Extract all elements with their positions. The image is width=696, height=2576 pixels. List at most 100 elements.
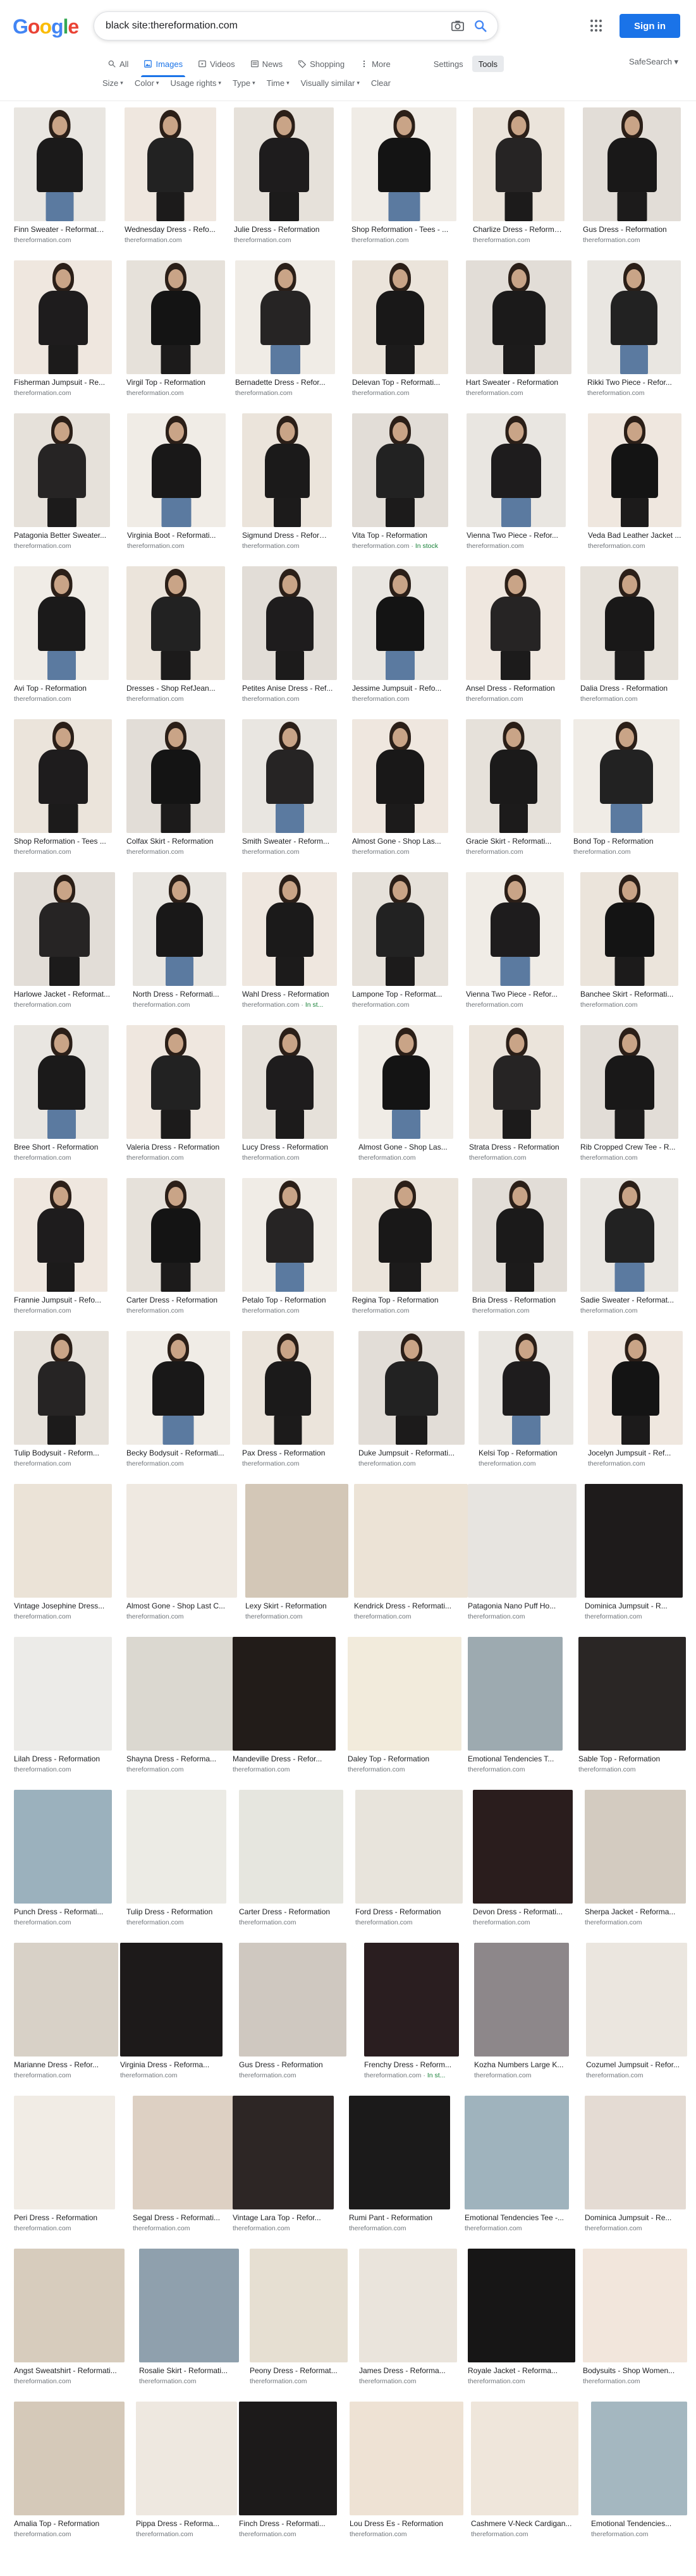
image-result[interactable]: Finn Sweater - Reformation thereformation… <box>14 107 106 253</box>
image-result[interactable]: Kelsi Top - Reformation thereformation.co… <box>479 1331 573 1476</box>
result-title[interactable]: Virgil Top - Reformation <box>126 378 225 387</box>
result-title[interactable]: Bree Short - Reformation <box>14 1143 109 1152</box>
result-title[interactable]: Marianne Dress - Refor... <box>14 2060 118 2070</box>
image-result[interactable]: Amalia Top - Reformation thereformation.c… <box>14 2402 125 2547</box>
image-result[interactable]: Charlize Dress - Reformati... thereformat… <box>473 107 565 253</box>
image-result[interactable]: Shayna Dress - Reforma... thereformation.… <box>126 1637 235 1782</box>
result-title[interactable]: Shop Reformation - Tees ... <box>14 837 112 846</box>
filter-usage-rights[interactable]: Usage rights ▾ <box>170 78 221 88</box>
result-thumbnail[interactable] <box>139 2249 239 2362</box>
image-result[interactable]: Bria Dress - Reformation thereformation.c… <box>472 1178 567 1323</box>
result-thumbnail[interactable] <box>466 260 571 374</box>
image-result[interactable]: Cashmere V-Neck Cardigan... thereformatio… <box>471 2402 578 2547</box>
image-result[interactable]: Patagonia Better Sweater... thereformatio… <box>14 413 110 559</box>
result-title[interactable]: Julie Dress - Reformation <box>234 225 334 234</box>
result-title[interactable]: Emotional Tendencies T... <box>468 1754 563 1764</box>
result-thumbnail[interactable] <box>14 2096 115 2209</box>
result-title[interactable]: Gus Dress - Reformation <box>239 2060 346 2070</box>
result-thumbnail[interactable] <box>468 2249 575 2362</box>
result-thumbnail[interactable] <box>585 2096 686 2209</box>
image-result[interactable]: Dalia Dress - Reformation thereformation.… <box>580 566 678 712</box>
filter-color[interactable]: Color ▾ <box>135 78 159 88</box>
result-title[interactable]: Cashmere V-Neck Cardigan... <box>471 2519 578 2529</box>
tab-settings[interactable]: Settings <box>427 54 470 73</box>
result-thumbnail[interactable] <box>586 1943 687 2057</box>
image-result[interactable]: Emotional Tendencies T... thereformation.… <box>468 1637 563 1782</box>
image-result[interactable]: Vintage Lara Top - Refor... thereformatio… <box>233 2096 334 2241</box>
result-title[interactable]: Charlize Dress - Reformati... <box>473 225 565 234</box>
result-thumbnail[interactable] <box>242 1025 337 1139</box>
image-result[interactable]: Jocelyn Jumpsuit - Ref... thereformation.… <box>588 1331 683 1476</box>
result-title[interactable]: Jessime Jumpsuit - Refo... <box>352 684 448 693</box>
result-thumbnail[interactable] <box>583 2249 687 2362</box>
result-title[interactable]: Virginia Dress - Reforma... <box>120 2060 223 2070</box>
result-thumbnail[interactable] <box>14 1790 112 1904</box>
result-thumbnail[interactable] <box>473 107 565 221</box>
result-title[interactable]: Segal Dress - Reformati... <box>133 2213 234 2223</box>
result-thumbnail[interactable] <box>233 2096 334 2209</box>
result-title[interactable]: Dominica Jumpsuit - Re... <box>585 2213 686 2223</box>
result-title[interactable]: Bodysuits - Shop Women... <box>583 2366 687 2376</box>
result-thumbnail[interactable] <box>14 566 109 680</box>
image-result[interactable]: Virgil Top - Reformation thereformation.c… <box>126 260 225 406</box>
result-title[interactable]: Wahl Dress - Reformation <box>242 990 337 999</box>
result-title[interactable]: Gracie Skirt - Reformati... <box>466 837 561 846</box>
image-result[interactable]: Dominica Jumpsuit - Re... thereformation.… <box>585 2096 686 2241</box>
result-thumbnail[interactable] <box>355 1790 463 1904</box>
result-thumbnail[interactable] <box>245 1484 348 1598</box>
result-title[interactable]: Rumi Pant - Reformation <box>349 2213 450 2223</box>
result-thumbnail[interactable] <box>14 1178 107 1292</box>
result-thumbnail[interactable] <box>588 1331 683 1445</box>
result-title[interactable]: Lampone Top - Reformat... <box>352 990 448 999</box>
image-result[interactable]: Almost Gone - Shop Last C... thereformati… <box>126 1484 237 1629</box>
result-thumbnail[interactable] <box>466 566 565 680</box>
result-title[interactable]: Vita Top - Reformation <box>352 531 448 540</box>
result-thumbnail[interactable] <box>472 1178 567 1292</box>
result-thumbnail[interactable] <box>125 107 216 221</box>
camera-icon[interactable] <box>451 20 465 32</box>
result-thumbnail[interactable] <box>580 1178 678 1292</box>
image-result[interactable]: Colfax Skirt - Reformation thereformation… <box>126 719 225 865</box>
result-thumbnail[interactable] <box>348 1637 461 1751</box>
result-thumbnail[interactable] <box>14 1025 109 1139</box>
result-thumbnail[interactable] <box>120 1943 223 2057</box>
result-thumbnail[interactable] <box>126 1025 225 1139</box>
result-thumbnail[interactable] <box>580 566 678 680</box>
image-result[interactable]: Almost Gone - Shop Las... thereformation.… <box>352 719 448 865</box>
apps-grid-icon[interactable] <box>590 20 603 32</box>
result-title[interactable]: North Dress - Reformati... <box>133 990 226 999</box>
safesearch-toggle[interactable]: SafeSearch ▾ <box>629 57 678 67</box>
result-title[interactable]: Banchee Skirt - Reformati... <box>580 990 678 999</box>
result-thumbnail[interactable] <box>468 1637 563 1751</box>
result-title[interactable]: Almost Gone - Shop Las... <box>352 837 448 846</box>
result-thumbnail[interactable] <box>351 107 456 221</box>
image-result[interactable]: Lucy Dress - Reformation thereformation.c… <box>242 1025 337 1170</box>
result-thumbnail[interactable] <box>14 1484 112 1598</box>
result-title[interactable]: Patagonia Better Sweater... <box>14 531 110 540</box>
result-thumbnail[interactable] <box>349 2096 450 2209</box>
result-thumbnail[interactable] <box>126 719 225 833</box>
image-result[interactable]: Lexy Skirt - Reformation thereformation.c… <box>245 1484 348 1629</box>
result-thumbnail[interactable] <box>352 872 448 986</box>
filter-size[interactable]: Size ▾ <box>102 78 123 88</box>
image-result[interactable]: Frannie Jumpsuit - Refo... thereformation… <box>14 1178 107 1323</box>
result-title[interactable]: Emotional Tendencies... <box>591 2519 687 2529</box>
result-title[interactable]: Rib Cropped Crew Tee - R... <box>580 1143 678 1152</box>
image-result[interactable]: Tulip Dress - Reformation thereformation.… <box>126 1790 226 1935</box>
result-title[interactable]: Emotional Tendencies Tee -... <box>465 2213 569 2223</box>
result-thumbnail[interactable] <box>467 413 566 527</box>
result-thumbnail[interactable] <box>126 260 225 374</box>
image-result[interactable]: Bond Top - Reformation thereformation.com <box>573 719 680 865</box>
result-title[interactable]: Peri Dress - Reformation <box>14 2213 115 2223</box>
image-result[interactable]: Rumi Pant - Reformation thereformation.co… <box>349 2096 450 2241</box>
image-result[interactable]: Strata Dress - Reformation thereformation… <box>469 1025 564 1170</box>
image-result[interactable]: Fisherman Jumpsuit - Re... thereformation… <box>14 260 112 406</box>
result-thumbnail[interactable] <box>352 1178 458 1292</box>
image-result[interactable]: Finch Dress - Reformati... thereformation… <box>239 2402 337 2547</box>
image-result[interactable]: Vienna Two Piece - Refor... thereformatio… <box>467 413 566 559</box>
image-result[interactable]: Ford Dress - Reformation thereformation.c… <box>355 1790 463 1935</box>
image-result[interactable]: Veda Bad Leather Jacket ... thereformatio… <box>588 413 681 559</box>
image-result[interactable]: Pax Dress - Reformation thereformation.co… <box>242 1331 334 1476</box>
sign-in-button[interactable]: Sign in <box>620 14 680 38</box>
result-thumbnail[interactable] <box>591 2402 687 2515</box>
